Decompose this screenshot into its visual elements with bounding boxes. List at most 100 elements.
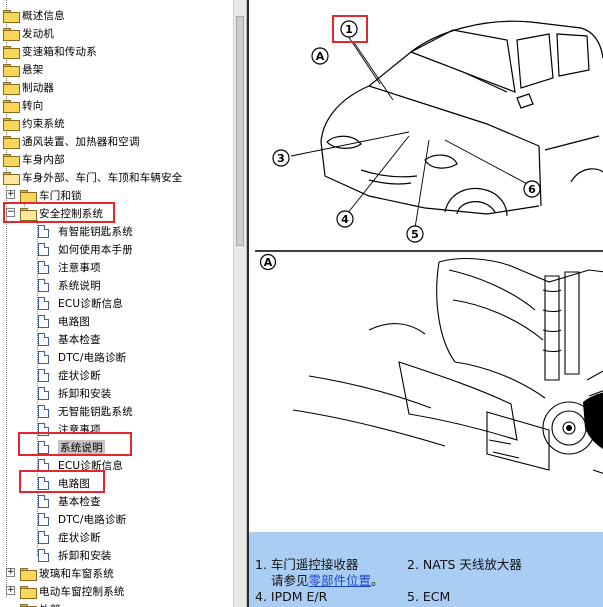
tree-scrollbar[interactable] bbox=[233, 0, 247, 607]
folder-icon bbox=[3, 27, 20, 41]
tree-item-label: 如何使用本手册 bbox=[58, 243, 133, 256]
callout-6: 6 bbox=[523, 180, 541, 198]
tree-item-wiring-diagram[interactable]: 电路图 bbox=[38, 312, 90, 330]
expand-icon[interactable]: + bbox=[6, 568, 15, 577]
tree-item-symptom-diagnosis[interactable]: 症状诊断 bbox=[38, 366, 101, 384]
tree-item-overview[interactable]: 概述信息 bbox=[3, 6, 65, 24]
tree-item-label: 基本检查 bbox=[58, 333, 101, 346]
callout-6-number: 6 bbox=[528, 183, 536, 196]
car-body-outline bbox=[320, 20, 603, 217]
legend-item-2: 2. NATS 天线放大器 bbox=[407, 557, 522, 572]
tree-item-label: DTC/电路诊断 bbox=[58, 351, 127, 364]
page-icon bbox=[38, 368, 49, 382]
detail-engine-bay-drawing bbox=[292, 258, 603, 474]
page-icon bbox=[38, 296, 49, 310]
tree-item-precautions[interactable]: 注意事项 bbox=[38, 258, 101, 276]
folder-open-icon bbox=[3, 171, 20, 185]
callout-3: 3 bbox=[272, 149, 290, 167]
tree-item-symptom-diagnosis-2[interactable]: 症状诊断 bbox=[38, 528, 101, 546]
car-illustration: 1 A 3 4 5 6 A bbox=[255, 15, 603, 474]
tree-item-label: 变速箱和传动系 bbox=[22, 45, 97, 58]
callout-1-number: 1 bbox=[345, 23, 353, 36]
tree-item-how-to-use[interactable]: 如何使用本手册 bbox=[38, 240, 133, 258]
tree-item-label: 症状诊断 bbox=[58, 369, 101, 382]
tree-item-exterior[interactable]: 外部 bbox=[20, 600, 60, 607]
expand-icon[interactable]: + bbox=[6, 190, 15, 199]
tree-item-with-smart-key[interactable]: 有智能钥匙系统 bbox=[38, 222, 133, 240]
tree-item-label: 车身内部 bbox=[22, 153, 65, 166]
highlight-box-security-control bbox=[3, 202, 115, 223]
tree-item-basic-inspection[interactable]: 基本检查 bbox=[38, 330, 101, 348]
folder-icon bbox=[20, 585, 37, 599]
tree-item-dtc-diagnosis-2[interactable]: DTC/电路诊断 bbox=[38, 510, 126, 528]
tree-item-without-smart-key[interactable]: 无智能钥匙系统 bbox=[38, 402, 133, 420]
legend-item-1-note: 请参见零部件位置。 bbox=[271, 570, 384, 589]
folder-icon bbox=[3, 99, 20, 113]
tree-item-body-interior[interactable]: 车身内部 bbox=[3, 150, 65, 168]
tree-item-label: 约束系统 bbox=[22, 117, 65, 130]
detail-dark-fills bbox=[566, 392, 603, 449]
legend-item-4: 4. IPDM E/R bbox=[255, 589, 328, 604]
tree-item-ecu-diagnosis[interactable]: ECU诊断信息 bbox=[38, 294, 123, 312]
tree-item-transmission[interactable]: 变速箱和传动系 bbox=[3, 42, 97, 60]
tree-item-power-window[interactable]: 电动车窗控制系统 bbox=[20, 582, 125, 600]
tree-item-label: 转向 bbox=[22, 99, 44, 112]
highlight-box-wiring-diagram bbox=[19, 470, 105, 493]
page-icon bbox=[38, 242, 49, 256]
tree-item-glass-windows[interactable]: 玻璃和车窗系统 bbox=[20, 564, 114, 582]
tree-item-hvac[interactable]: 通风装置、加热器和空调 bbox=[3, 132, 140, 150]
component-location-link[interactable]: 零部件位置 bbox=[309, 573, 372, 588]
page-icon bbox=[38, 314, 49, 328]
page-icon bbox=[38, 494, 49, 508]
tree-item-label: 概述信息 bbox=[22, 9, 65, 22]
page-icon bbox=[38, 548, 49, 562]
tree-item-steering[interactable]: 转向 bbox=[3, 96, 43, 114]
tree-item-brakes[interactable]: 制动器 bbox=[3, 78, 54, 96]
folder-icon bbox=[20, 567, 37, 581]
page-icon bbox=[38, 278, 49, 292]
tree-item-label: 通风装置、加热器和空调 bbox=[22, 135, 140, 148]
folder-icon bbox=[20, 603, 37, 607]
tree-item-label: 基本检查 bbox=[58, 495, 101, 508]
tree-item-label: ECU诊断信息 bbox=[58, 297, 124, 310]
callout-a-top: A bbox=[311, 47, 329, 65]
tree-item-label: 电动车窗控制系统 bbox=[39, 585, 125, 598]
tree-item-system-description[interactable]: 系统说明 bbox=[38, 276, 101, 294]
component-location-figure: 1 A 3 4 5 6 A 1. 车门遥控接收器 请参见零部件位置。 2. NA… bbox=[247, 0, 603, 607]
page-icon bbox=[38, 332, 49, 346]
tree-item-label: 系统说明 bbox=[58, 279, 101, 292]
tree-item-label: 有智能钥匙系统 bbox=[58, 225, 133, 238]
tree-item-label: 拆卸和安装 bbox=[58, 387, 112, 400]
page-icon bbox=[38, 530, 49, 544]
tree-item-label: 车门和锁 bbox=[39, 189, 82, 202]
folder-icon bbox=[3, 63, 20, 77]
tree-item-dtc-diagnosis[interactable]: DTC/电路诊断 bbox=[38, 348, 126, 366]
tree-item-label: DTC/电路诊断 bbox=[58, 513, 127, 526]
tree-item-restraint[interactable]: 约束系统 bbox=[3, 114, 65, 132]
scrollbar-thumb[interactable] bbox=[236, 16, 244, 246]
legend-note-prefix: 请参见 bbox=[271, 573, 309, 588]
callout-4: 4 bbox=[336, 210, 354, 228]
expand-icon[interactable]: + bbox=[6, 586, 15, 595]
folder-icon bbox=[3, 153, 20, 167]
page-icon bbox=[38, 404, 49, 418]
tree-item-label: 症状诊断 bbox=[58, 531, 101, 544]
tree-item-body-exterior[interactable]: 车身外部、车门、车顶和车辆安全 bbox=[3, 168, 183, 186]
tree-item-engine[interactable]: 发动机 bbox=[3, 24, 54, 42]
folder-icon bbox=[3, 9, 20, 23]
page-icon bbox=[38, 386, 49, 400]
tree-item-removal-installation[interactable]: 拆卸和安装 bbox=[38, 384, 112, 402]
callout-1: 1 bbox=[340, 20, 358, 38]
tree-item-label: 外部 bbox=[39, 602, 60, 607]
callout-a-letter: A bbox=[316, 50, 325, 63]
callout-4-number: 4 bbox=[341, 213, 349, 226]
folder-icon bbox=[3, 117, 20, 131]
callout-5-number: 5 bbox=[411, 228, 419, 241]
tree-item-label: 玻璃和车窗系统 bbox=[39, 567, 114, 580]
tree-item-basic-inspection-2[interactable]: 基本检查 bbox=[38, 492, 101, 510]
tree-item-removal-installation-2[interactable]: 拆卸和安装 bbox=[38, 546, 112, 564]
tree-item-suspension[interactable]: 悬架 bbox=[3, 60, 43, 78]
legend-panel: 1. 车门遥控接收器 请参见零部件位置。 2. NATS 天线放大器 4. IP… bbox=[249, 532, 603, 607]
tree-item-label: 注意事项 bbox=[58, 261, 101, 274]
legend-item-5: 5. ECM bbox=[407, 589, 451, 604]
